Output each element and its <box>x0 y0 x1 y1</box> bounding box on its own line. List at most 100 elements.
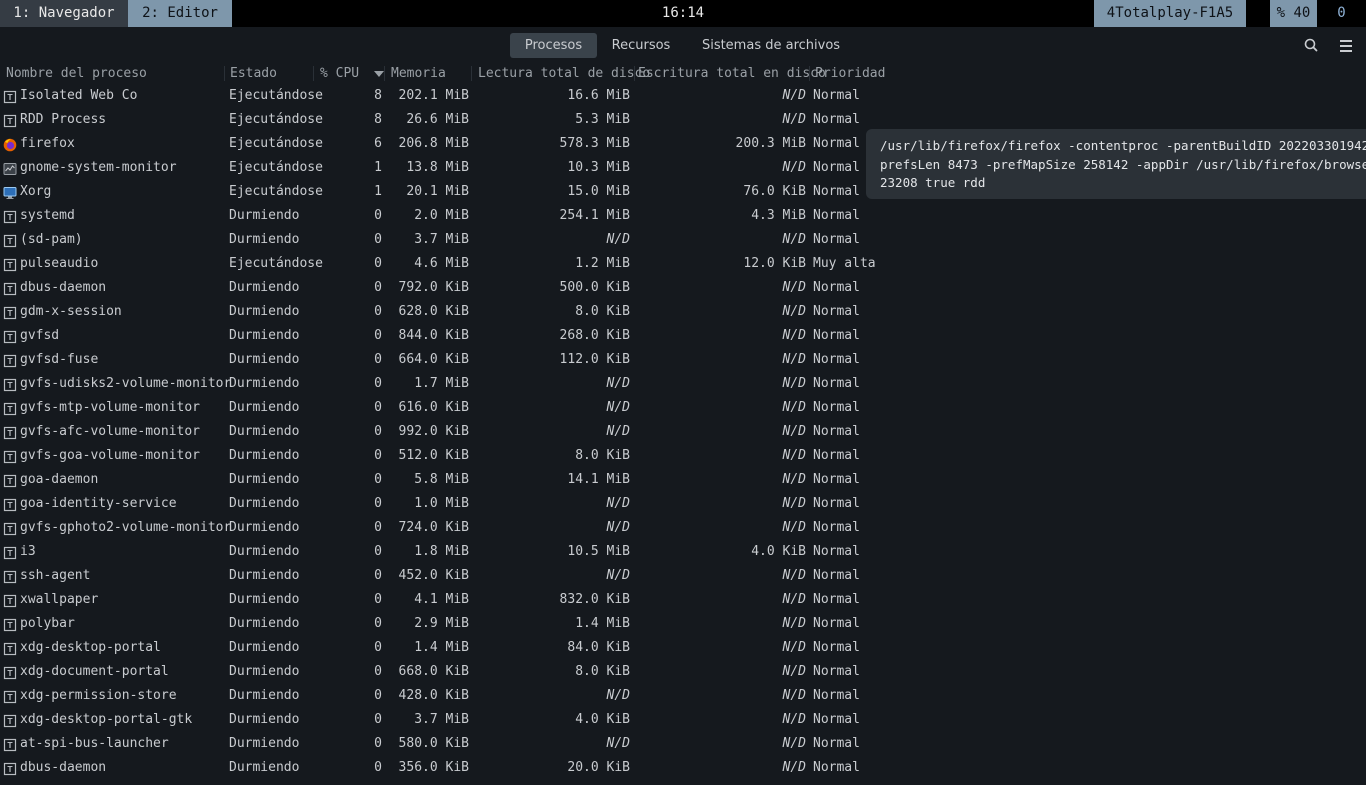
process-cpu: 0 <box>374 568 382 583</box>
process-priority: Normal <box>813 760 860 775</box>
process-state: Durmiendo <box>229 424 300 439</box>
process-disk-read: 20.0 KiB <box>567 760 630 775</box>
process-disk-read: N/D <box>606 232 630 247</box>
process-memory: 792.0 KiB <box>398 280 469 295</box>
process-priority: Normal <box>813 424 860 439</box>
process-row[interactable]: xdg-desktop-portal-gtk Durmiendo 0 3.7 MiB 4… <box>0 708 880 732</box>
process-row[interactable]: gvfs-afc-volume-monitor Durmiendo 0 992.0 K… <box>0 420 880 444</box>
process-disk-write: N/D <box>782 592 806 607</box>
process-row[interactable]: xdg-desktop-portal Durmiendo 0 1.4 MiB 84.0 … <box>0 636 880 660</box>
process-priority: Normal <box>813 712 860 727</box>
process-priority: Normal <box>813 352 860 367</box>
process-row[interactable]: xwallpaper Durmiendo 0 4.1 MiB 832.0 KiB N/D N… <box>0 588 880 612</box>
process-priority: Normal <box>813 136 860 151</box>
tab-recursos[interactable]: Recursos <box>601 33 681 58</box>
process-row[interactable]: gnome-system-monitor Ejecutándose 1 13.8 Mi… <box>0 156 880 180</box>
process-memory: 992.0 KiB <box>398 424 469 439</box>
process-priority: Normal <box>813 664 860 679</box>
process-row[interactable]: gvfsd Durmiendo 0 844.0 KiB 268.0 KiB N/D Norm… <box>0 324 880 348</box>
column-header-priority[interactable]: Prioridad <box>815 63 885 84</box>
process-row[interactable]: i3 Durmiendo 0 1.8 MiB 10.5 MiB 4.0 KiB Normal <box>0 540 880 564</box>
process-row[interactable]: dbus-daemon Durmiendo 0 792.0 KiB 500.0 KiB N… <box>0 276 880 300</box>
process-memory: 1.7 MiB <box>414 376 469 391</box>
process-row[interactable]: Isolated Web Co Ejecutándose 8 202.1 MiB 16.… <box>0 84 880 108</box>
process-priority: Normal <box>813 328 860 343</box>
process-cpu: 0 <box>374 736 382 751</box>
process-priority: Normal <box>813 568 860 583</box>
process-row[interactable]: at-spi-bus-launcher Durmiendo 0 580.0 KiB N/… <box>0 732 880 756</box>
search-button[interactable] <box>1300 36 1322 56</box>
tab-procesos[interactable]: Procesos <box>510 33 597 58</box>
process-disk-read: 15.0 MiB <box>567 184 630 199</box>
process-row[interactable]: pulseaudio Ejecutándose 0 4.6 MiB 1.2 MiB 12.… <box>0 252 880 276</box>
column-header-memory[interactable]: Memoria <box>391 63 446 84</box>
process-memory: 628.0 KiB <box>398 304 469 319</box>
process-row[interactable]: Xorg Ejecutándose 1 20.1 MiB 15.0 MiB 76.0 Ki… <box>0 180 880 204</box>
process-row[interactable]: goa-identity-service Durmiendo 0 1.0 MiB N/D… <box>0 492 880 516</box>
process-name: RDD Process <box>20 112 107 127</box>
column-header-disk-read[interactable]: Lectura total de disco <box>478 63 650 84</box>
process-row[interactable]: firefox Ejecutándose 6 206.8 MiB 578.3 MiB 20… <box>0 132 880 156</box>
process-cpu: 0 <box>374 400 382 415</box>
process-state: Durmiendo <box>229 664 300 679</box>
column-divider[interactable] <box>224 66 225 81</box>
process-icon <box>3 593 17 608</box>
column-header-cpu[interactable]: % CPU <box>320 63 385 84</box>
column-divider[interactable] <box>313 66 314 81</box>
column-divider[interactable] <box>471 66 472 81</box>
process-cpu: 0 <box>374 640 382 655</box>
process-icon <box>3 689 17 704</box>
process-row[interactable]: dbus-daemon Durmiendo 0 356.0 KiB 20.0 KiB N/… <box>0 756 880 780</box>
column-divider[interactable] <box>384 66 385 81</box>
process-disk-write: N/D <box>782 688 806 703</box>
process-memory: 580.0 KiB <box>398 736 469 751</box>
process-row[interactable]: gvfsd-fuse Durmiendo 0 664.0 KiB 112.0 KiB N/… <box>0 348 880 372</box>
process-disk-write: N/D <box>782 232 806 247</box>
process-icon <box>3 713 17 728</box>
process-row[interactable]: gvfs-goa-volume-monitor Durmiendo 0 512.0 K… <box>0 444 880 468</box>
process-icon <box>3 377 17 392</box>
process-disk-write: N/D <box>782 352 806 367</box>
process-memory: 3.7 MiB <box>414 712 469 727</box>
process-row[interactable]: RDD Process Ejecutándose 8 26.6 MiB 5.3 MiB N… <box>0 108 880 132</box>
process-row[interactable]: polybar Durmiendo 0 2.9 MiB 1.4 MiB N/D Normal <box>0 612 880 636</box>
process-name: (sd-pam) <box>20 232 83 247</box>
process-disk-read: 8.0 KiB <box>575 664 630 679</box>
column-divider[interactable] <box>634 66 635 81</box>
workspace-1-button[interactable]: 1: Navegador <box>0 0 128 27</box>
process-row[interactable]: systemd Durmiendo 0 2.0 MiB 254.1 MiB 4.3 MiB… <box>0 204 880 228</box>
process-row[interactable]: (sd-pam) Durmiendo 0 3.7 MiB N/D N/D Normal <box>0 228 880 252</box>
process-priority: Normal <box>813 304 860 319</box>
process-memory: 4.1 MiB <box>414 592 469 607</box>
process-name: gnome-system-monitor <box>20 160 177 175</box>
workspace-2-button[interactable]: 2: Editor <box>128 0 232 27</box>
process-disk-read: N/D <box>606 376 630 391</box>
process-icon <box>3 521 17 536</box>
process-row[interactable]: gvfs-mtp-volume-monitor Durmiendo 0 616.0 K… <box>0 396 880 420</box>
process-disk-read: 14.1 MiB <box>567 472 630 487</box>
process-row[interactable]: ssh-agent Durmiendo 0 452.0 KiB N/D N/D Normal <box>0 564 880 588</box>
process-disk-read: 268.0 KiB <box>559 328 630 343</box>
tab-sistemas-de-archivos[interactable]: Sistemas de archivos <box>690 33 852 58</box>
process-name: gvfs-afc-volume-monitor <box>20 424 201 439</box>
process-row[interactable]: xdg-permission-store Durmiendo 0 428.0 KiB N… <box>0 684 880 708</box>
process-state: Durmiendo <box>229 496 300 511</box>
process-row[interactable]: gvfs-udisks2-volume-monitor Durmiendo 0 1.7… <box>0 372 880 396</box>
process-row[interactable]: gdm-x-session Durmiendo 0 628.0 KiB 8.0 KiB N… <box>0 300 880 324</box>
tooltip-line: 23208 true rdd <box>880 175 986 190</box>
column-header-state[interactable]: Estado <box>230 63 277 84</box>
column-header-name[interactable]: Nombre del proceso <box>6 63 147 84</box>
process-row[interactable]: gvfs-gphoto2-volume-monitor Durmiendo 0 724… <box>0 516 880 540</box>
process-disk-write: 4.3 MiB <box>751 208 806 223</box>
process-icon <box>3 737 17 752</box>
process-state: Durmiendo <box>229 712 300 727</box>
column-header-disk-write[interactable]: Escritura total en disco <box>638 63 826 84</box>
process-memory: 1.8 MiB <box>414 544 469 559</box>
process-cpu: 0 <box>374 520 382 535</box>
menu-button[interactable] <box>1335 36 1357 56</box>
process-row[interactable]: goa-daemon Durmiendo 0 5.8 MiB 14.1 MiB N/D No… <box>0 468 880 492</box>
process-row[interactable]: xdg-document-portal Durmiendo 0 668.0 KiB 8.… <box>0 660 880 684</box>
header-bar: Procesos Recursos Sistemas de archivos <box>0 27 1366 63</box>
column-divider[interactable] <box>809 66 810 81</box>
process-name: gvfsd-fuse <box>20 352 99 367</box>
